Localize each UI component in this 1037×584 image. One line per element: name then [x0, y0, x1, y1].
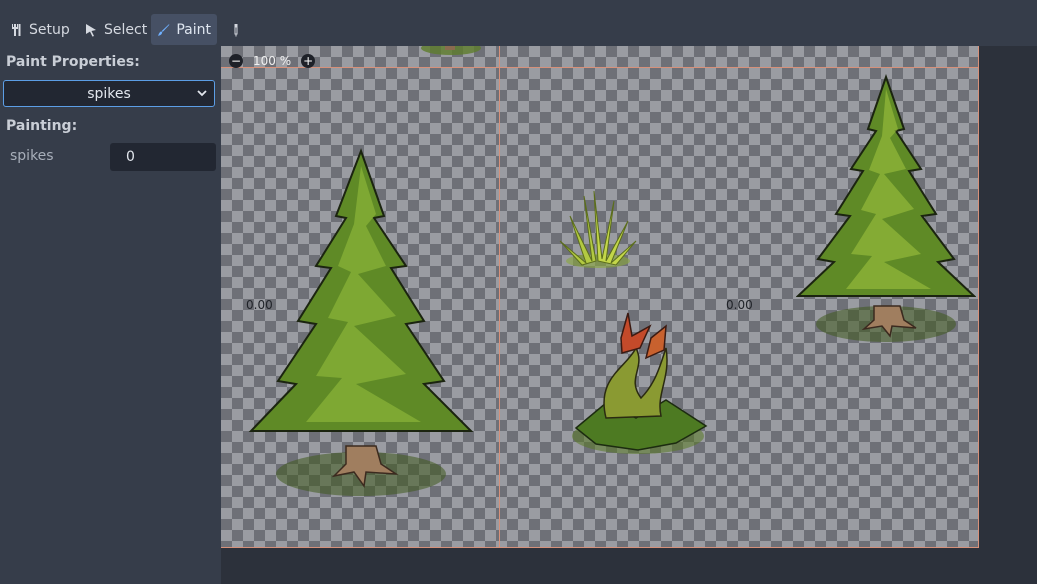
zoom-in-button[interactable]: +	[301, 54, 316, 68]
eyedropper-icon	[234, 23, 238, 36]
zoom-controls: − 100 % +	[229, 54, 316, 68]
tile-grid-line	[221, 67, 979, 68]
property-select[interactable]: spikes	[3, 80, 215, 107]
tile-value-label: 0.00	[726, 298, 753, 312]
viewport-margin-bottom	[221, 548, 1037, 584]
grass-sprite	[559, 190, 637, 268]
paint-label: Paint	[176, 21, 211, 38]
chevron-down-icon	[197, 90, 207, 97]
wrench-icon	[12, 23, 21, 36]
viewport-margin-right	[979, 46, 1037, 584]
cursor-icon	[86, 23, 96, 37]
picker-tab[interactable]	[225, 14, 247, 45]
tileset-viewport[interactable]: − 100 % + 0.00 0.00	[221, 46, 979, 548]
paint-properties-heading: Paint Properties:	[6, 54, 140, 70]
setup-label: Setup	[29, 21, 70, 38]
zoom-out-button[interactable]: −	[229, 54, 243, 68]
tile-grid-line	[499, 46, 500, 548]
select-tab[interactable]: Select	[78, 14, 153, 45]
spike-plant-sprite	[572, 312, 708, 454]
pine-tree-sprite	[248, 148, 474, 496]
pine-tree-sprite-right	[796, 74, 976, 342]
tree-sprite-partial	[421, 46, 481, 55]
tile-value-label: 0.00	[246, 298, 273, 312]
painting-property-label: spikes	[10, 148, 54, 164]
setup-tab[interactable]: Setup	[3, 14, 76, 45]
toolbar: Setup Select Paint	[0, 0, 1037, 46]
paint-tab[interactable]: Paint	[151, 14, 217, 45]
select-label: Select	[104, 21, 148, 38]
painting-heading: Painting:	[6, 118, 78, 134]
brush-icon	[157, 23, 170, 36]
zoom-level: 100 %	[253, 54, 292, 68]
property-select-value: spikes	[87, 85, 131, 102]
painting-value-field[interactable]: 0	[110, 143, 216, 171]
